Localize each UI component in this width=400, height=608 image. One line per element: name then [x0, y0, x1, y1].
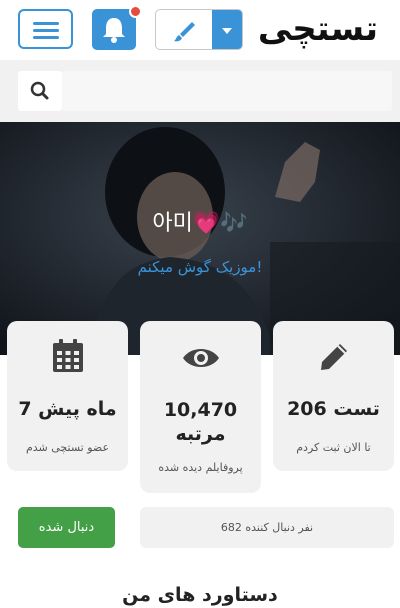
stat-card-tests: 206 تست تا الان ثبت کردم: [273, 321, 394, 471]
pencil-icon: [320, 344, 347, 370]
stat-label: عضو تستچی شدم: [25, 441, 110, 454]
stat-value: 10,470 مرتبه: [163, 399, 238, 445]
search-icon: [30, 81, 49, 100]
profile-username: 아미💗🎶: [152, 211, 248, 236]
follow-button[interactable]: دنبال شده: [18, 507, 115, 548]
caret-down-icon: [222, 28, 232, 34]
paintbrush-icon: [174, 22, 195, 42]
site-logo[interactable]: تستچی: [250, 4, 380, 52]
eye-icon: [182, 349, 219, 367]
theme-dropdown[interactable]: [155, 9, 243, 50]
app-header: تستچی: [0, 0, 400, 60]
search-bar: [0, 60, 400, 122]
search-input[interactable]: [62, 71, 392, 111]
profile-bio: موزیک گوش میکنم!: [137, 258, 263, 276]
stat-value: 206 تست: [287, 398, 380, 420]
calendar-icon: [52, 339, 83, 372]
search-button[interactable]: [18, 71, 62, 111]
notification-badge: [129, 5, 142, 18]
menu-button[interactable]: [18, 9, 73, 49]
dropdown-toggle[interactable]: [212, 10, 242, 49]
stat-label: پروفایلم دیده شده: [158, 461, 243, 474]
followers-count[interactable]: 682 نفر دنبال کننده: [140, 507, 394, 548]
logo-text: تستچی: [258, 9, 378, 49]
stat-label: تا الان ثبت کردم: [296, 441, 371, 454]
stat-card-views: 10,470 مرتبه پروفایلم دیده شده: [140, 321, 261, 493]
stat-value: 7 ماه پیش: [18, 398, 117, 420]
stat-card-member-since: 7 ماه پیش عضو تستچی شدم: [7, 321, 128, 471]
achievements-heading: دستاورد های من: [122, 584, 278, 606]
